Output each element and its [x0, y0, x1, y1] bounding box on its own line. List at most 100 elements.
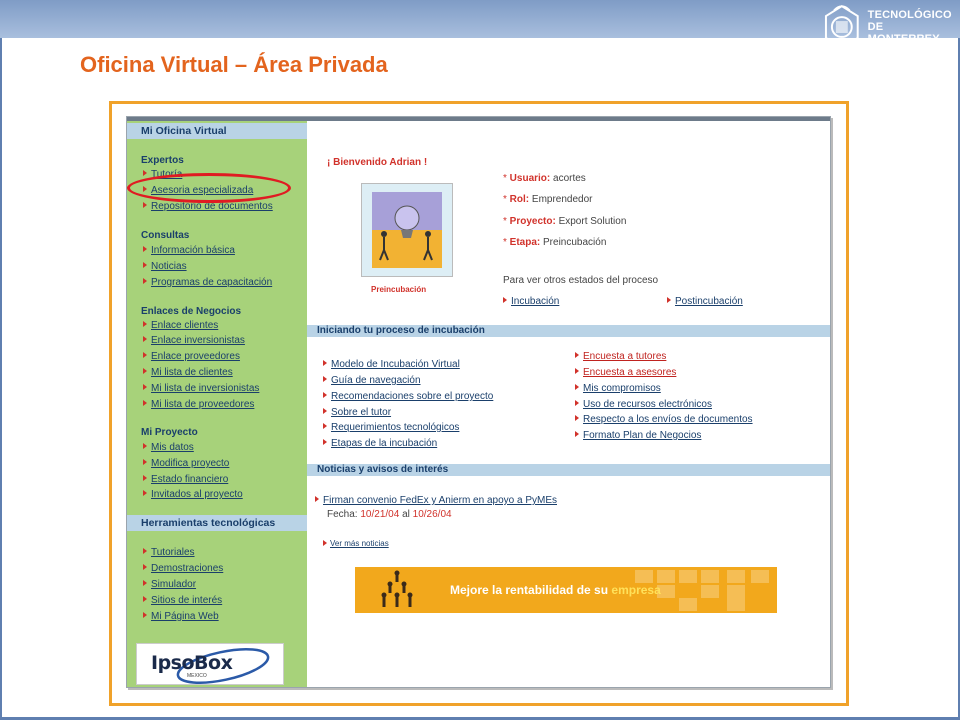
- sidebar-item-tutoriales[interactable]: Tutoriales: [143, 547, 195, 558]
- sidebar-item-label: Mi Página Web: [151, 611, 219, 622]
- banner-square: [727, 598, 745, 611]
- arrow-right-icon: [143, 443, 147, 449]
- arrow-right-icon: [143, 596, 147, 602]
- arrow-right-icon: [143, 548, 147, 554]
- arrow-right-icon: [143, 368, 147, 374]
- link-guia[interactable]: Guía de navegación: [323, 375, 421, 386]
- sidebar-item-label: Modifica proyecto: [151, 458, 230, 469]
- sidebar-item-enlace-proveedores[interactable]: Enlace proveedores: [143, 351, 240, 362]
- sidebar-item-lista-proveedores[interactable]: Mi lista de proveedores: [143, 399, 254, 410]
- banner-square: [701, 570, 719, 583]
- link-label: Formato Plan de Negocios: [583, 430, 702, 441]
- sidebar-item-noticias[interactable]: Noticias: [143, 261, 187, 272]
- sidebar-item-modifica[interactable]: Modifica proyecto: [143, 458, 229, 469]
- link-etapas[interactable]: Etapas de la incubación: [323, 438, 437, 449]
- asterisk-icon: *: [503, 216, 510, 227]
- highlight-oval-annotation: [127, 173, 291, 203]
- info-value: Export Solution: [558, 216, 627, 227]
- info-key: Etapa:: [509, 237, 541, 248]
- link-envios[interactable]: Respecto a los envíos de documentos: [575, 414, 753, 425]
- sidebar-item-informacion[interactable]: Información básica: [143, 245, 235, 256]
- promo-banner[interactable]: Mejore la rentabilidad de su empresa: [355, 567, 777, 613]
- sidebar-item-enlace-clientes[interactable]: Enlace clientes: [143, 320, 218, 331]
- banner-square: [679, 598, 697, 611]
- left-border: [0, 38, 2, 720]
- sidebar-item-pagina-web[interactable]: Mi Página Web: [143, 611, 219, 622]
- link-compromisos[interactable]: Mis compromisos: [575, 383, 661, 394]
- preincubation-image: [361, 183, 453, 277]
- sidebar-item-sitios[interactable]: Sitios de interés: [143, 595, 222, 606]
- sidebar-item-mis-datos[interactable]: Mis datos: [143, 442, 194, 453]
- link-recursos[interactable]: Uso de recursos electrónicos: [575, 399, 712, 410]
- ipsobox-logo[interactable]: IpsoBox MEXICO: [136, 643, 284, 685]
- tec-logo-text: TECNOLÓGICO DE MONTERREY.: [868, 9, 960, 45]
- asterisk-icon: *: [503, 237, 510, 248]
- sidebar-item-label: Simulador: [151, 579, 197, 590]
- sidebar-item-label: Estado financiero: [151, 474, 229, 485]
- logo-line-1: TECNOLÓGICO: [867, 9, 952, 21]
- arrow-right-icon: [323, 540, 327, 546]
- link-encuesta-asesores[interactable]: Encuesta a asesores: [575, 367, 676, 378]
- arrow-right-icon: [323, 392, 327, 398]
- section-news-bar: Noticias y avisos de interés: [307, 464, 830, 476]
- other-stages-note: Para ver otros estados del proceso: [503, 275, 659, 286]
- arrow-right-icon: [323, 423, 327, 429]
- arrow-right-icon: [143, 459, 147, 465]
- arrow-right-icon: [667, 297, 671, 303]
- arrow-right-icon: [575, 352, 579, 358]
- banner-square: [751, 570, 769, 583]
- link-tutor[interactable]: Sobre el tutor: [323, 407, 391, 418]
- sidebar-item-estado[interactable]: Estado financiero: [143, 474, 228, 485]
- sidebar-item-label: Mi lista de proveedores: [151, 399, 255, 410]
- news-date-label: Fecha:: [327, 509, 358, 520]
- banner-square: [635, 570, 653, 583]
- sidebar-item-invitados[interactable]: Invitados al proyecto: [143, 489, 243, 500]
- link-label: Postincubación: [675, 296, 743, 307]
- link-modelo[interactable]: Modelo de Incubación Virtual: [323, 359, 460, 370]
- link-label: Respecto a los envíos de documentos: [583, 414, 753, 425]
- asterisk-icon: *: [503, 194, 510, 205]
- section-start-bar: Iniciando tu proceso de incubación: [307, 325, 830, 337]
- link-label: Uso de recursos electrónicos: [583, 399, 712, 410]
- sidebar-item-enlace-inversionistas[interactable]: Enlace inversionistas: [143, 335, 245, 346]
- sidebar-item-demostraciones[interactable]: Demostraciones: [143, 563, 223, 574]
- preincubation-illustration-icon: [372, 192, 442, 268]
- sidebar-item-programas[interactable]: Programas de capacitación: [143, 277, 272, 288]
- arrow-right-icon: [323, 360, 327, 366]
- link-formato-plan[interactable]: Formato Plan de Negocios: [575, 430, 701, 441]
- sidebar-item-label: Programas de capacitación: [151, 277, 273, 288]
- sidebar-item-label: Enlace proveedores: [151, 351, 240, 362]
- arrow-right-icon: [143, 352, 147, 358]
- sidebar-item-label: Enlace inversionistas: [151, 335, 245, 346]
- link-postincubacion[interactable]: Postincubación: [667, 296, 743, 307]
- asterisk-icon: *: [503, 173, 510, 184]
- sidebar-heading-enlaces: Enlaces de Negocios: [141, 306, 242, 317]
- sidebar-item-label: Demostraciones: [151, 563, 224, 574]
- link-label: Recomendaciones sobre el proyecto: [331, 391, 494, 402]
- arrow-right-icon: [143, 400, 147, 406]
- link-requerimientos[interactable]: Requerimientos tecnológicos: [323, 422, 459, 433]
- sidebar-item-lista-clientes[interactable]: Mi lista de clientes: [143, 367, 233, 378]
- sidebar-item-simulador[interactable]: Simulador: [143, 579, 196, 590]
- welcome-text: ¡ Bienvenido Adrian !: [327, 157, 428, 168]
- info-usuario: * Usuario: acortes: [503, 173, 586, 184]
- info-rol: * Rol: Emprendedor: [503, 194, 593, 205]
- sidebar-item-label: Noticias: [151, 261, 187, 272]
- more-news-link[interactable]: Ver más noticias: [323, 539, 389, 548]
- link-label: Requerimientos tecnológicos: [331, 422, 460, 433]
- arrow-right-icon: [143, 246, 147, 252]
- link-recomendaciones[interactable]: Recomendaciones sobre el proyecto: [323, 391, 493, 402]
- ipsobox-logo-sub: MEXICO: [187, 673, 207, 679]
- link-encuesta-tutores[interactable]: Encuesta a tutores: [575, 351, 666, 362]
- banner-square: [727, 585, 745, 598]
- link-incubacion[interactable]: Incubación: [503, 296, 559, 307]
- link-label: Mis compromisos: [583, 383, 661, 394]
- arrow-right-icon: [323, 439, 327, 445]
- arrow-right-icon: [323, 376, 327, 382]
- info-key: Proyecto:: [509, 216, 556, 227]
- banner-square: [701, 585, 719, 598]
- news-item-link[interactable]: Firman convenio FedEx y Anierm en apoyo …: [315, 495, 557, 506]
- arrow-right-icon: [575, 431, 579, 437]
- sidebar-item-lista-inversionistas[interactable]: Mi lista de inversionistas: [143, 383, 259, 394]
- link-label: Guía de navegación: [331, 375, 421, 386]
